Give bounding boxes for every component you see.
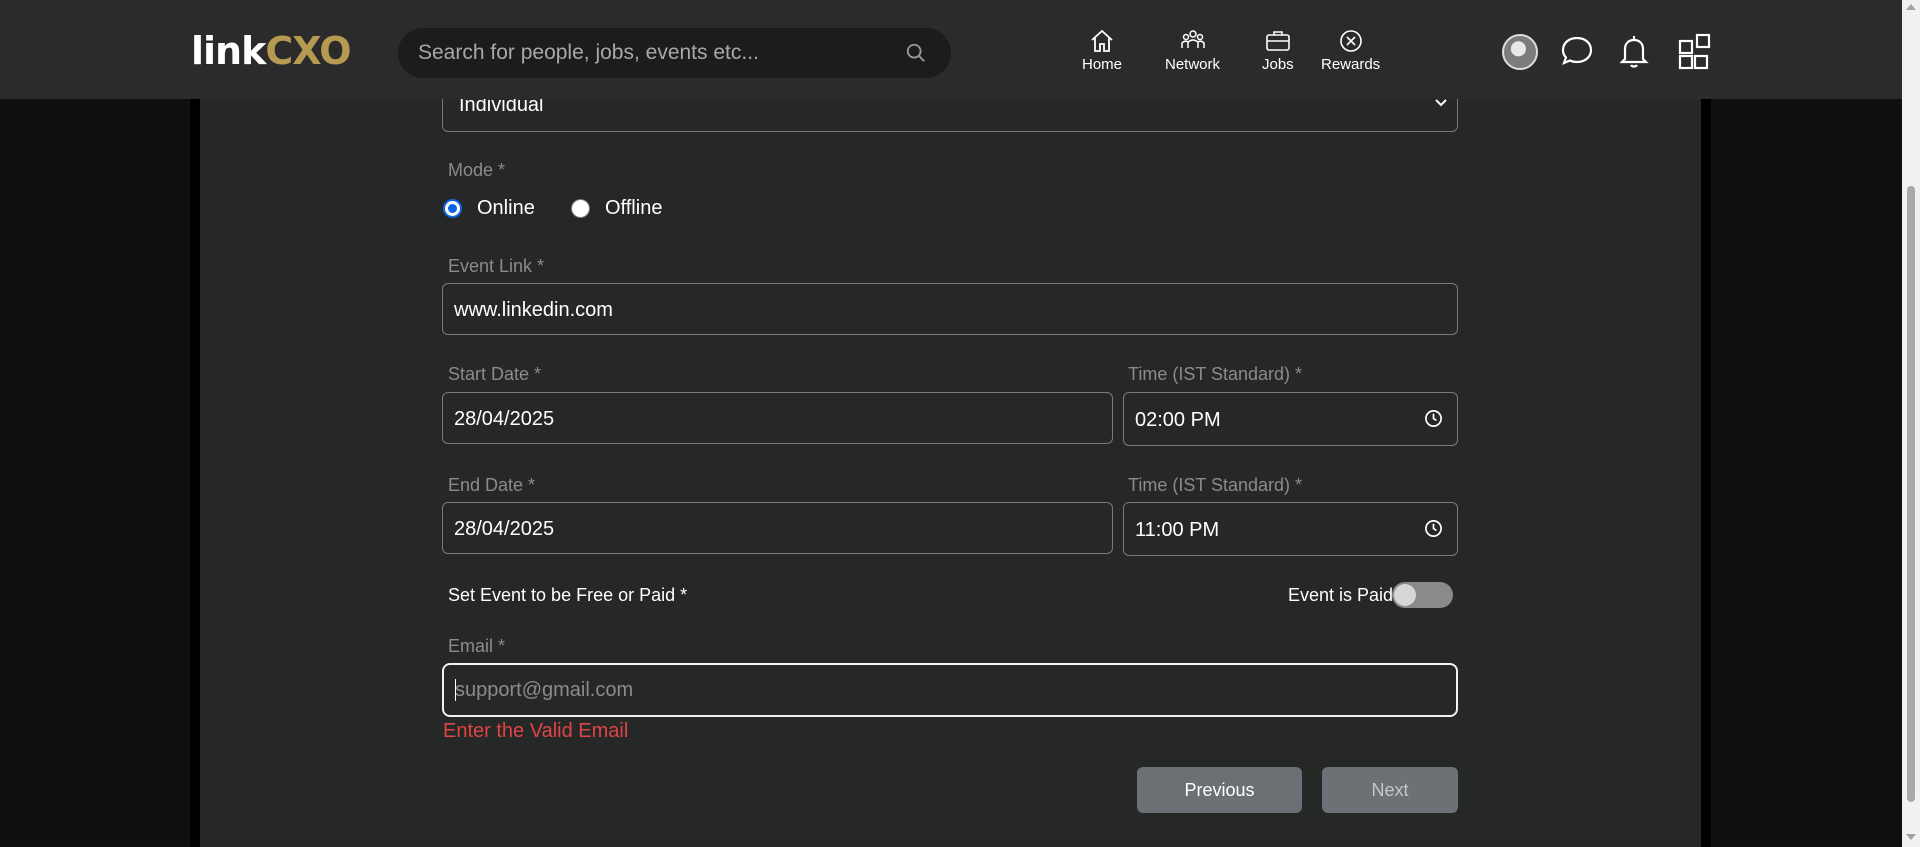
previous-button[interactable]: Previous (1137, 767, 1302, 813)
nav-home-label: Home (1082, 56, 1123, 73)
chevron-down-icon (1435, 99, 1447, 107)
scroll-up-arrow-icon[interactable] (1906, 4, 1916, 10)
start-time-input[interactable]: 02:00 PM (1123, 392, 1458, 446)
end-time-value: 11:00 PM (1135, 519, 1220, 541)
bell-icon[interactable] (1615, 32, 1653, 70)
clock-icon[interactable] (1424, 409, 1443, 428)
create-event-form-panel (200, 99, 1701, 847)
end-time-label: Time (IST Standard) * (1128, 475, 1303, 495)
modal-border-left (190, 99, 200, 847)
scrollbar-thumb[interactable] (1907, 186, 1915, 802)
end-date-label: End Date * (448, 475, 536, 495)
end-date-value: 28/04/2025 (454, 518, 555, 540)
nav-network[interactable]: Network (1165, 28, 1220, 76)
linkcxo-logo[interactable]: link CXO (191, 29, 352, 73)
page-background-right (1711, 99, 1902, 847)
next-button[interactable]: Next (1322, 767, 1458, 813)
toggle-knob (1394, 584, 1416, 606)
start-date-value: 28/04/2025 (454, 408, 555, 430)
home-icon (1091, 29, 1113, 52)
page-background-left (0, 99, 190, 847)
briefcase-icon (1266, 31, 1290, 51)
nav-network-label: Network (1165, 56, 1221, 73)
search-bar[interactable] (398, 28, 951, 78)
email-field[interactable] (442, 663, 1458, 717)
event-link-label: Event Link * (448, 256, 545, 276)
end-date-input[interactable]: 28/04/2025 (442, 502, 1113, 554)
nav-rewards-label: Rewards (1321, 56, 1381, 73)
search-icon[interactable] (905, 42, 927, 64)
modal-border-right (1701, 99, 1711, 847)
event-paid-toggle[interactable] (1392, 582, 1453, 608)
start-date-label: Start Date * (448, 364, 542, 384)
search-input[interactable] (418, 28, 898, 78)
rewards-icon (1339, 30, 1362, 52)
radio-unselected-indicator[interactable] (571, 199, 590, 218)
text-caret (455, 679, 456, 701)
email-label: Email * (448, 636, 506, 656)
network-icon (1180, 30, 1205, 48)
top-navbar: linkCXO Home Network Jobs Rewards (0, 0, 1902, 99)
mode-offline-radio[interactable]: Offline (571, 197, 662, 220)
nav-rewards[interactable]: Rewards (1321, 28, 1380, 76)
mode-label: Mode * (448, 160, 506, 180)
event-link-value: www.linkedin.com (454, 299, 613, 321)
end-time-input[interactable]: 11:00 PM (1123, 502, 1458, 556)
nav-jobs-label: Jobs (1262, 56, 1294, 73)
start-time-label: Time (IST Standard) * (1128, 364, 1303, 384)
start-date-input[interactable]: 28/04/2025 (442, 392, 1113, 444)
event-link-input[interactable]: www.linkedin.com (442, 283, 1458, 335)
apps-grid-icon[interactable] (1676, 32, 1714, 70)
email-input[interactable] (455, 665, 1435, 715)
chat-icon[interactable] (1558, 32, 1596, 70)
nav-jobs[interactable]: Jobs (1262, 28, 1294, 76)
avatar[interactable] (1502, 34, 1538, 70)
radio-selected-indicator[interactable] (443, 199, 462, 218)
paid-toggle-label: Event is Paid (1288, 585, 1394, 605)
start-time-value: 02:00 PM (1135, 409, 1221, 431)
mode-online-label: Online (477, 197, 535, 219)
clock-icon[interactable] (1424, 519, 1443, 538)
mode-online-radio[interactable]: Online (443, 197, 535, 220)
page-scrollbar[interactable] (1902, 0, 1920, 847)
pricing-label: Set Event to be Free or Paid * (448, 585, 688, 605)
scroll-down-arrow-icon[interactable] (1906, 834, 1916, 840)
mode-offline-label: Offline (605, 197, 663, 219)
nav-home[interactable]: Home (1082, 28, 1122, 76)
email-error-message: Enter the Valid Email (443, 720, 629, 742)
